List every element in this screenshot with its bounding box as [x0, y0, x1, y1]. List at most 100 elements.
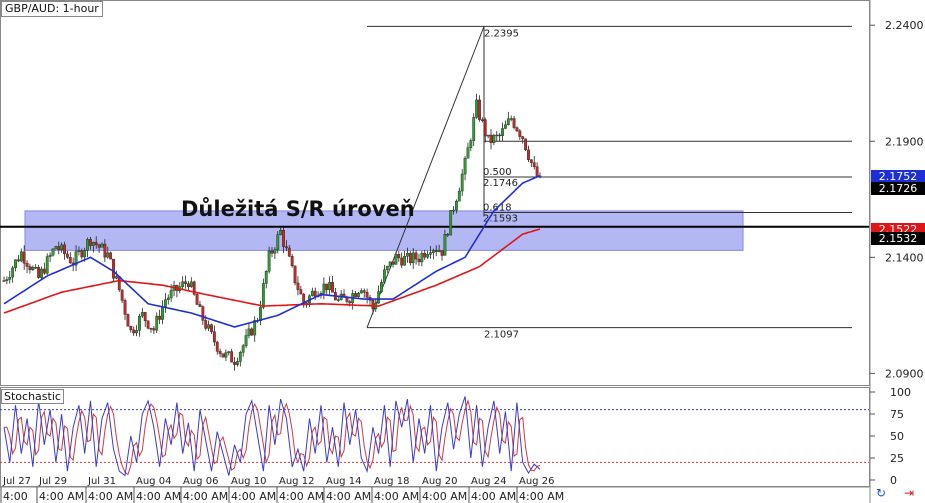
candle-body — [469, 140, 473, 148]
time-tick-date: Aug 12 — [279, 476, 314, 487]
candle-body — [11, 267, 15, 278]
candle-body — [143, 312, 147, 322]
time-tick-date: Aug 04 — [136, 476, 171, 487]
candle-body — [2, 280, 6, 282]
candle-body — [244, 335, 248, 346]
sync-icon[interactable]: ↻ — [876, 486, 886, 500]
candle-body — [89, 239, 92, 246]
candle-body — [227, 351, 231, 353]
candle-body — [250, 328, 254, 336]
time-tick-time: 4:00 AM — [471, 490, 516, 503]
candle-body — [120, 289, 124, 301]
candle-body — [259, 307, 262, 322]
price-tick-label: 2.1400 — [885, 251, 924, 264]
candle-body — [518, 130, 522, 137]
candle-body — [299, 289, 303, 295]
candle-body — [155, 315, 159, 331]
candle-body — [524, 138, 527, 151]
time-tick-date: Aug 18 — [374, 476, 409, 487]
stoch-tick-label: 75 — [890, 408, 904, 421]
candle-body — [221, 353, 225, 358]
candle-body — [273, 249, 277, 254]
candle-body — [140, 312, 144, 317]
candle-body — [521, 136, 525, 140]
candle-body — [270, 250, 274, 254]
candle-body — [371, 300, 375, 310]
candle-body — [388, 261, 392, 267]
candle-body — [8, 276, 12, 280]
time-tick-date: Aug 14 — [326, 476, 361, 487]
candle-body — [515, 127, 519, 132]
candle-body — [437, 250, 441, 252]
price-tick-label: 2.0900 — [885, 367, 924, 380]
candle-body — [486, 134, 490, 137]
time-tick-time: 4:00 AM — [374, 490, 419, 503]
candle-body — [331, 282, 334, 293]
candle-body — [478, 99, 481, 120]
candle-body — [169, 290, 173, 299]
candle-body — [163, 299, 167, 307]
time-tick-time: 4:00 AM — [183, 490, 228, 503]
candle-body — [391, 261, 395, 265]
sr-annotation: Důležitá S/R úroveň — [181, 197, 415, 221]
arrow-right-icon[interactable]: ⇥ — [904, 486, 914, 500]
candle-body — [132, 329, 136, 334]
chart-title: GBP/AUD: 1-hour — [1, 1, 103, 17]
candle-body — [328, 282, 332, 291]
candle-body — [498, 134, 502, 137]
candle-body — [446, 234, 450, 236]
price-tick-label: 2.1900 — [885, 135, 924, 148]
time-tick-time: 4:00 AM — [231, 490, 276, 503]
chart-canvas: 2.23952.10970.5002.17460.6182.1593 2.240… — [0, 0, 924, 503]
candle-body — [527, 149, 530, 160]
candle-body — [472, 117, 476, 141]
time-tick-time: 4:00 AM — [326, 490, 371, 503]
candle-body — [348, 301, 352, 304]
candle-body — [385, 266, 389, 270]
candle-body — [22, 251, 26, 264]
time-tick-date: Jul 27 — [2, 476, 31, 487]
candle-body — [158, 315, 162, 320]
candle-body — [529, 159, 533, 163]
candle-body — [48, 254, 52, 257]
candle-body — [354, 293, 357, 297]
candle-body — [123, 300, 127, 315]
candle-body — [230, 351, 234, 363]
candle-body — [218, 351, 222, 354]
time-tick-time: 4:00 AM — [88, 490, 133, 503]
candle-body — [233, 361, 236, 365]
time-tick-time: 4:00 AM — [136, 490, 181, 503]
candle-body — [322, 283, 326, 294]
candle-body — [166, 297, 170, 300]
fib-price-label: 2.1746 — [483, 178, 518, 189]
candle-body — [535, 166, 539, 177]
candle-body — [97, 244, 101, 248]
stoch-tick-label: 100 — [890, 386, 911, 399]
stoch-tick-label: 50 — [890, 430, 904, 443]
candle-body — [290, 256, 294, 267]
candle-body — [77, 250, 81, 252]
candle-body — [91, 242, 95, 246]
candle-body — [31, 267, 35, 270]
candle-body — [126, 314, 130, 327]
candle-body — [129, 326, 133, 331]
time-tick-date: Aug 06 — [183, 476, 218, 487]
candle-body — [512, 118, 516, 128]
candle-body — [276, 234, 280, 251]
candle-body — [296, 282, 300, 290]
candle-body — [449, 210, 453, 236]
candle-body — [60, 244, 64, 250]
candle-body — [394, 254, 398, 265]
candle-body — [414, 252, 418, 260]
candle-body — [382, 269, 386, 283]
candle-body — [94, 242, 98, 245]
candle-body — [195, 294, 199, 305]
stoch-tick-label: 25 — [890, 452, 904, 465]
candle-body — [495, 134, 499, 137]
candle-body — [201, 306, 205, 321]
time-tick-date: Jul 29 — [38, 476, 67, 487]
candle-body — [463, 158, 467, 175]
candle-body — [198, 304, 202, 307]
candle-body — [212, 331, 216, 343]
candle-body — [313, 290, 317, 297]
